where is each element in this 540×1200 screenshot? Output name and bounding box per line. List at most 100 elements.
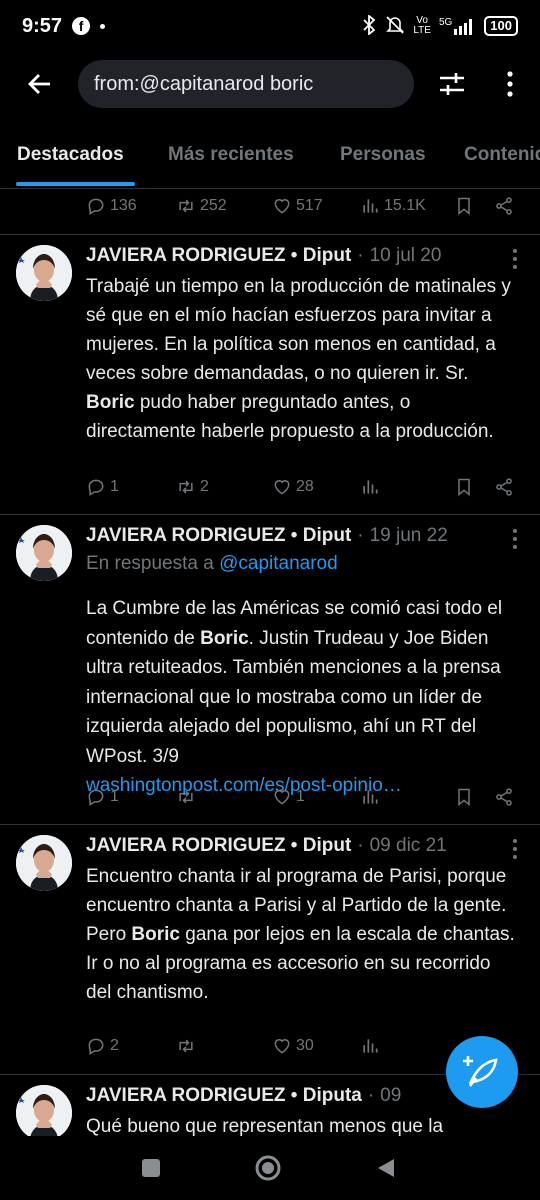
retweet-button[interactable]: 252 [176,196,227,216]
views-count: 15.1K [384,197,426,214]
system-navigation-bar [0,1136,540,1200]
reply-button[interactable]: 2 [86,1036,119,1056]
share-button[interactable] [494,787,514,807]
tweet-date: 10 jul 20 [369,245,442,266]
compose-tweet-button[interactable] [446,1036,518,1108]
tweet-header: JAVIERA RODRIGUEZ • Diput · 19 jun 22 [86,525,448,547]
bookmark-icon [454,196,474,216]
tweet-text-part: Qué bueno que representan menos que la [86,1116,444,1136]
heart-icon [272,477,292,497]
views-icon [360,477,380,497]
overflow-menu-button[interactable] [496,68,524,100]
reply-prefix: En respuesta a [86,553,220,574]
tweet-item[interactable]: JAVIERA RODRIGUEZ • Diput · 10 jul 20 Tr… [0,235,540,514]
arrow-left-icon [28,74,50,94]
retweet-count: 2 [200,478,209,495]
tweet-header: JAVIERA RODRIGUEZ • Diput · 10 jul 20 [86,245,441,267]
tweet-item[interactable]: JAVIERA RODRIGUEZ • Diput · 19 jun 22 En… [0,515,540,824]
author-name[interactable]: JAVIERA RODRIGUEZ • Diputa [86,1085,362,1107]
home-button[interactable] [254,1154,282,1182]
reply-icon [86,787,106,807]
separator-dot: · [367,1085,375,1106]
bookmark-icon [454,787,474,807]
views-button[interactable] [360,1036,380,1056]
like-button[interactable]: 1 [272,787,305,807]
views-icon [360,787,380,807]
reply-button[interactable]: 1 [86,787,119,807]
views-icon [360,1036,380,1056]
reply-count: 1 [110,478,119,495]
like-count: 28 [296,478,314,495]
retweet-button[interactable] [176,1036,200,1056]
tweet-more-icon[interactable] [506,527,524,551]
tweet-text: Encuentro chanta ir al programa de Paris… [86,862,516,1007]
avatar[interactable] [16,835,72,891]
tweet-date: 09 dic 21 [369,835,447,856]
author-name[interactable]: JAVIERA RODRIGUEZ • Diput [86,245,351,267]
search-header: from:@capitanarod boric [0,58,540,110]
author-name[interactable]: JAVIERA RODRIGUEZ • Diput [86,525,351,547]
bookmark-button[interactable] [454,787,474,807]
bookmark-button[interactable] [454,477,474,497]
facebook-notification-icon: f [72,17,91,35]
search-results-feed: 136 252 517 15.1K JAVIERA RODRIGUEZ • Di… [0,188,540,1136]
share-button[interactable] [494,196,514,216]
dot-icon [100,23,106,29]
separator-dot: · [357,525,364,546]
tweet-text-part: Trabajé un tiempo en la producción de ma… [86,276,511,384]
recents-button[interactable] [139,1156,163,1180]
heart-icon [272,196,292,216]
retweet-count: 252 [200,197,227,214]
status-time: 9:57 [22,14,63,37]
like-button[interactable]: 30 [272,1036,314,1056]
reply-button[interactable]: 1 [86,477,119,497]
avatar[interactable] [16,1085,72,1136]
search-filters-button[interactable] [436,68,468,100]
share-icon [494,196,514,216]
tab-destacados[interactable]: Destacados [17,144,124,166]
tweet-action-bar: 1 1 [0,779,540,819]
search-input[interactable]: from:@capitanarod boric [78,60,414,108]
share-button[interactable] [494,477,514,497]
views-icon [360,196,380,216]
heart-icon [272,787,292,807]
reply-button[interactable]: 136 [86,196,137,216]
bookmark-button[interactable] [454,196,474,216]
mute-icon [385,15,405,38]
tab-mas-recientes[interactable]: Más recientes [168,144,294,166]
back-button[interactable] [24,68,56,100]
like-button[interactable]: 28 [272,477,314,497]
bookmark-icon [454,477,474,497]
avatar[interactable] [16,245,72,301]
reply-count: 136 [110,197,137,214]
retweet-icon [176,477,196,497]
views-button[interactable] [360,787,380,807]
reply-icon [86,1036,106,1056]
tweet-more-icon[interactable] [506,837,524,861]
back-nav-button[interactable] [374,1156,398,1180]
tweet-date: 19 jun 22 [369,525,448,546]
tab-personas[interactable]: Personas [340,144,426,166]
tweet-text: La Cumbre de las Américas se comió casi … [86,594,516,801]
reply-mention-link[interactable]: @capitanarod [219,553,338,574]
retweet-button[interactable]: 2 [176,477,209,497]
retweet-icon [176,196,196,216]
bluetooth-icon [361,13,377,38]
tweet-date: 09 [380,1085,402,1106]
like-button[interactable]: 517 [272,196,323,216]
share-icon [494,477,514,497]
reply-count: 2 [110,1037,119,1054]
reply-count: 1 [110,788,119,805]
tab-contenido[interactable]: Contenido [464,144,540,166]
avatar[interactable] [16,525,72,581]
retweet-button[interactable] [176,787,200,807]
sliders-icon [440,73,464,95]
search-highlight: Boric [86,392,135,413]
author-name[interactable]: JAVIERA RODRIGUEZ • Diput [86,835,351,857]
tweet-header: JAVIERA RODRIGUEZ • Diput · 09 dic 21 [86,835,447,857]
views-button[interactable]: 15.1K [360,196,426,216]
search-highlight: Boric [200,627,249,649]
views-button[interactable] [360,477,380,497]
tweet-more-icon[interactable] [506,247,524,271]
retweet-icon [176,787,196,807]
